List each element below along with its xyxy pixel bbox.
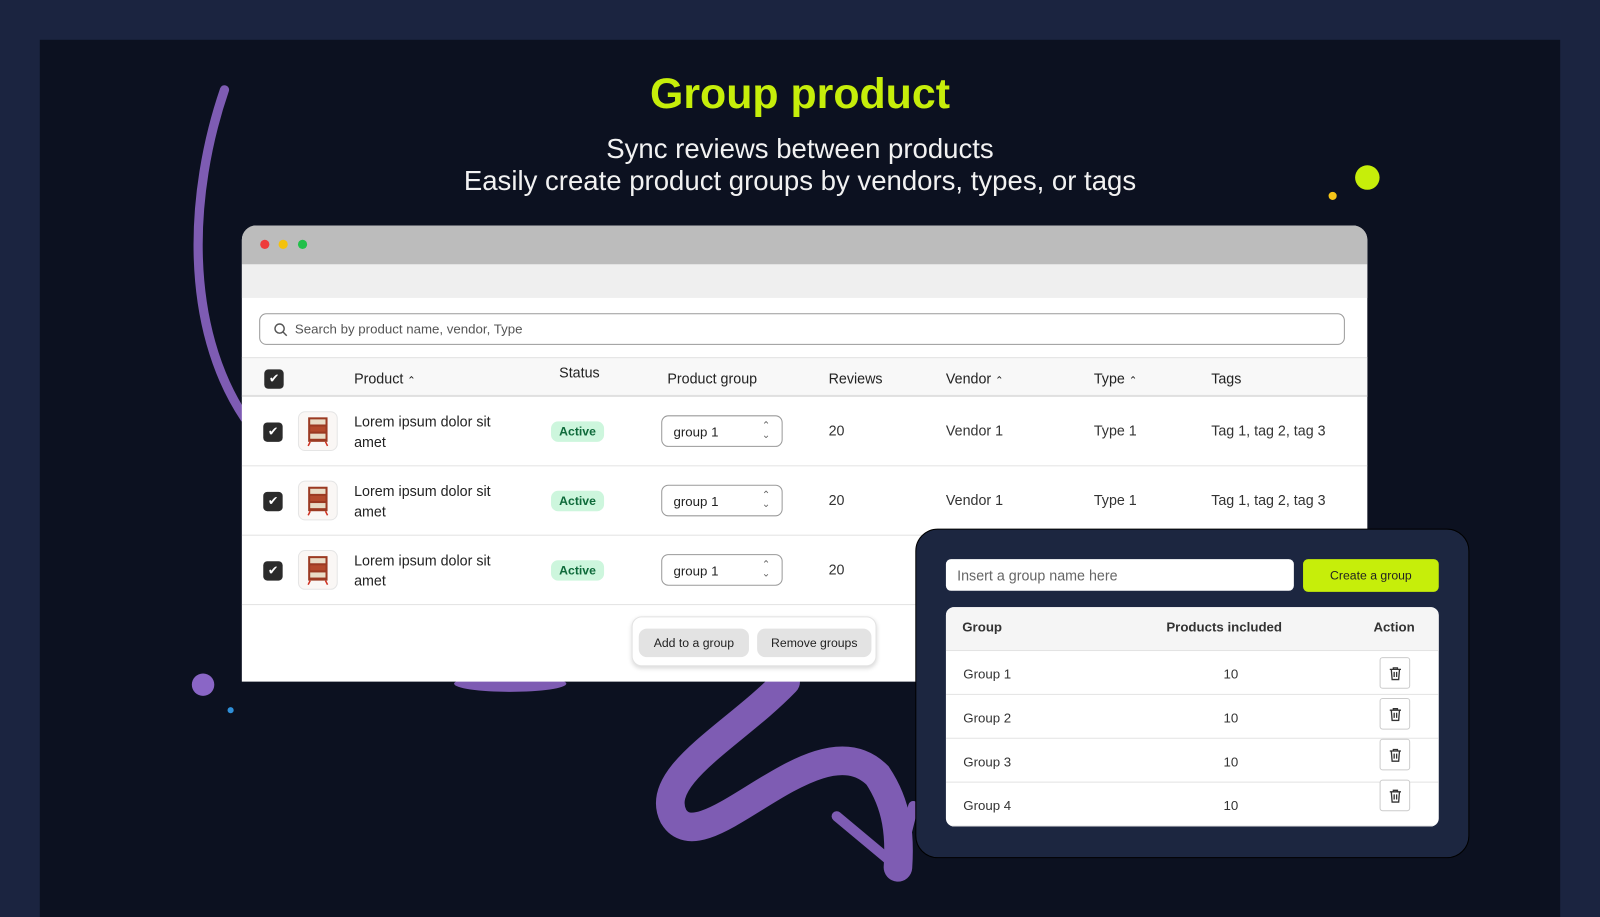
- row-checkbox[interactable]: ✔: [263, 491, 283, 512]
- column-group: Group: [962, 619, 1003, 635]
- group-panel: Insert a group name here Create a group …: [915, 528, 1470, 859]
- column-product-group: Product group: [667, 370, 758, 387]
- vendor: Vendor 1: [945, 422, 1004, 439]
- groups-table: Group Products included Action Group 1 1…: [945, 607, 1439, 827]
- product-name[interactable]: Lorem ipsum dolor sit amet: [354, 550, 517, 591]
- groups-table-header: Group Products included Action: [945, 607, 1439, 652]
- product-group-select[interactable]: group 1 ⌃ ⌄: [661, 554, 783, 586]
- subtitle: Easily create product groups by vendors,…: [463, 165, 1137, 196]
- group-row: Group 4 10: [945, 779, 1439, 827]
- group-row: Group 3 10: [945, 738, 1439, 783]
- group-name: Group 3: [963, 754, 1012, 770]
- delete-group-button[interactable]: [1379, 697, 1411, 730]
- product-group-select[interactable]: group 1 ⌃ ⌄: [661, 415, 783, 447]
- column-products-included: Products included: [1166, 619, 1283, 635]
- close-window-button[interactable]: [260, 239, 270, 249]
- table-header: ✔ Product ⌃ Status Product group Reviews…: [241, 357, 1368, 397]
- create-group-button[interactable]: Create a group: [1303, 559, 1439, 592]
- trash-icon: [1389, 748, 1402, 762]
- group-name: Group 2: [963, 710, 1012, 726]
- chevron-up-down-icon: ⌃ ⌄: [761, 420, 771, 441]
- dot: [191, 673, 215, 696]
- tags: Tag 1, tag 2, tag 3: [1211, 491, 1326, 509]
- vendor: Vendor 1: [945, 491, 1004, 509]
- column-action: Action: [1373, 619, 1415, 635]
- products-count: 10: [1223, 754, 1239, 770]
- sort-icon: ⌃: [995, 375, 1004, 387]
- reviews-count: 20: [828, 491, 845, 509]
- product-thumbnail: [297, 549, 338, 590]
- products-count: 10: [1223, 666, 1239, 682]
- status-badge: Active: [551, 560, 605, 581]
- maximize-window-button[interactable]: [297, 239, 308, 249]
- product-name[interactable]: Lorem ipsum dolor sit amet: [354, 481, 517, 522]
- group-row: Group 1 10: [945, 651, 1439, 695]
- group-name-input[interactable]: Insert a group name here: [945, 559, 1294, 591]
- trash-icon: [1389, 789, 1402, 803]
- products-count: 10: [1223, 797, 1239, 814]
- bookshelf-icon: [307, 556, 329, 586]
- delete-group-button[interactable]: [1379, 738, 1411, 771]
- tags: Tag 1, tag 2, tag 3: [1211, 422, 1326, 439]
- status-badge: Active: [551, 490, 605, 512]
- product-group-select[interactable]: group 1 ⌃ ⌄: [661, 484, 783, 517]
- column-tags: Tags: [1211, 370, 1242, 387]
- type: Type 1: [1093, 491, 1137, 509]
- group-name: Group 4: [963, 797, 1012, 814]
- column-product[interactable]: Product ⌃: [354, 370, 416, 386]
- bookshelf-icon: [307, 417, 329, 447]
- sort-icon: ⌃: [1128, 375, 1138, 387]
- window-titlebar: [241, 225, 1368, 265]
- bookshelf-icon: [307, 486, 329, 516]
- chevron-up-down-icon: ⌃ ⌄: [761, 489, 771, 511]
- dot: [227, 707, 234, 714]
- search-placeholder: Search by product name, vendor, Type: [294, 321, 523, 337]
- column-status: Status: [559, 364, 600, 381]
- search-icon: [274, 323, 288, 337]
- group-row: Group 2 10: [945, 695, 1439, 739]
- delete-group-button[interactable]: [1379, 657, 1411, 689]
- add-to-group-button[interactable]: Add to a group: [638, 628, 749, 658]
- toolbar: [241, 264, 1368, 298]
- select-all-checkbox[interactable]: ✔: [264, 369, 284, 389]
- type: Type 1: [1093, 422, 1137, 439]
- group-name: Group 1: [963, 666, 1012, 682]
- products-count: 10: [1223, 710, 1239, 726]
- minimize-window-button[interactable]: [278, 239, 288, 249]
- search-input[interactable]: Search by product name, vendor, Type: [259, 313, 1345, 345]
- remove-groups-button[interactable]: Remove groups: [757, 628, 872, 658]
- reviews-count: 20: [828, 561, 845, 578]
- reviews-count: 20: [828, 422, 845, 439]
- page-title: Group product: [650, 69, 950, 118]
- status-badge: Active: [551, 421, 605, 442]
- table-row[interactable]: ✔ Lorem ipsum dolor sit amet Active grou…: [241, 466, 1368, 536]
- column-vendor[interactable]: Vendor ⌃: [946, 370, 1004, 386]
- product-thumbnail: [297, 411, 338, 452]
- sort-icon: ⌃: [407, 375, 416, 387]
- subtitle: Sync reviews between products: [606, 133, 994, 165]
- trash-icon: [1389, 708, 1402, 722]
- chevron-up-down-icon: ⌃ ⌄: [761, 559, 771, 580]
- product-thumbnail: [297, 480, 338, 521]
- table-row[interactable]: ✔ Lorem ipsum dolor sit amet Active grou…: [241, 397, 1368, 467]
- row-checkbox[interactable]: ✔: [263, 422, 283, 442]
- row-checkbox[interactable]: ✔: [263, 561, 283, 581]
- trash-icon: [1389, 667, 1402, 681]
- column-reviews: Reviews: [828, 370, 883, 387]
- delete-group-button[interactable]: [1379, 779, 1411, 812]
- column-type[interactable]: Type ⌃: [1094, 370, 1138, 386]
- bulk-actions-bar: Add to a group Remove groups: [631, 616, 877, 667]
- product-name[interactable]: Lorem ipsum dolor sit amet: [354, 411, 517, 452]
